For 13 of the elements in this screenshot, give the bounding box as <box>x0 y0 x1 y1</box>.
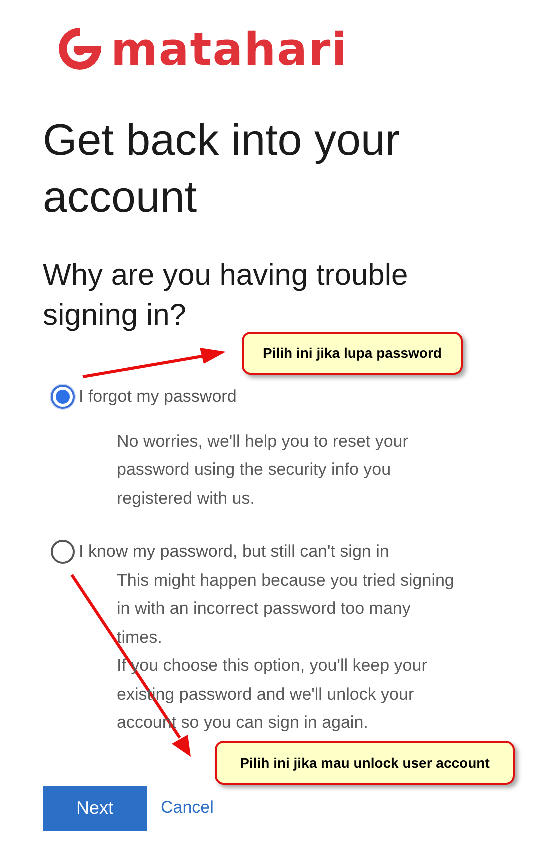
option-description: This might happen because you tried signing in with an incorrect password too many times. <box>117 570 456 648</box>
page-heading: Get back into your account <box>43 115 402 224</box>
option-label[interactable]: I forgot my password <box>79 384 237 410</box>
radio-button[interactable] <box>51 540 75 564</box>
logo-text: matahari <box>111 26 348 72</box>
page-subheading: Why are you having trouble signing in? <box>43 258 410 334</box>
callout-note: Pilih ini jika lupa password <box>242 332 463 375</box>
cancel-link[interactable]: Cancel <box>161 795 214 821</box>
callout-note: Pilih ini jika mau unlock user account <box>215 741 515 785</box>
option-label[interactable]: I know my password, but still can't sign in <box>79 539 390 564</box>
option-description: No worries, we'll help you to reset your password using the security info you registered with us. <box>117 430 410 510</box>
radio-button[interactable] <box>51 384 75 409</box>
next-button[interactable]: Next <box>43 786 147 830</box>
